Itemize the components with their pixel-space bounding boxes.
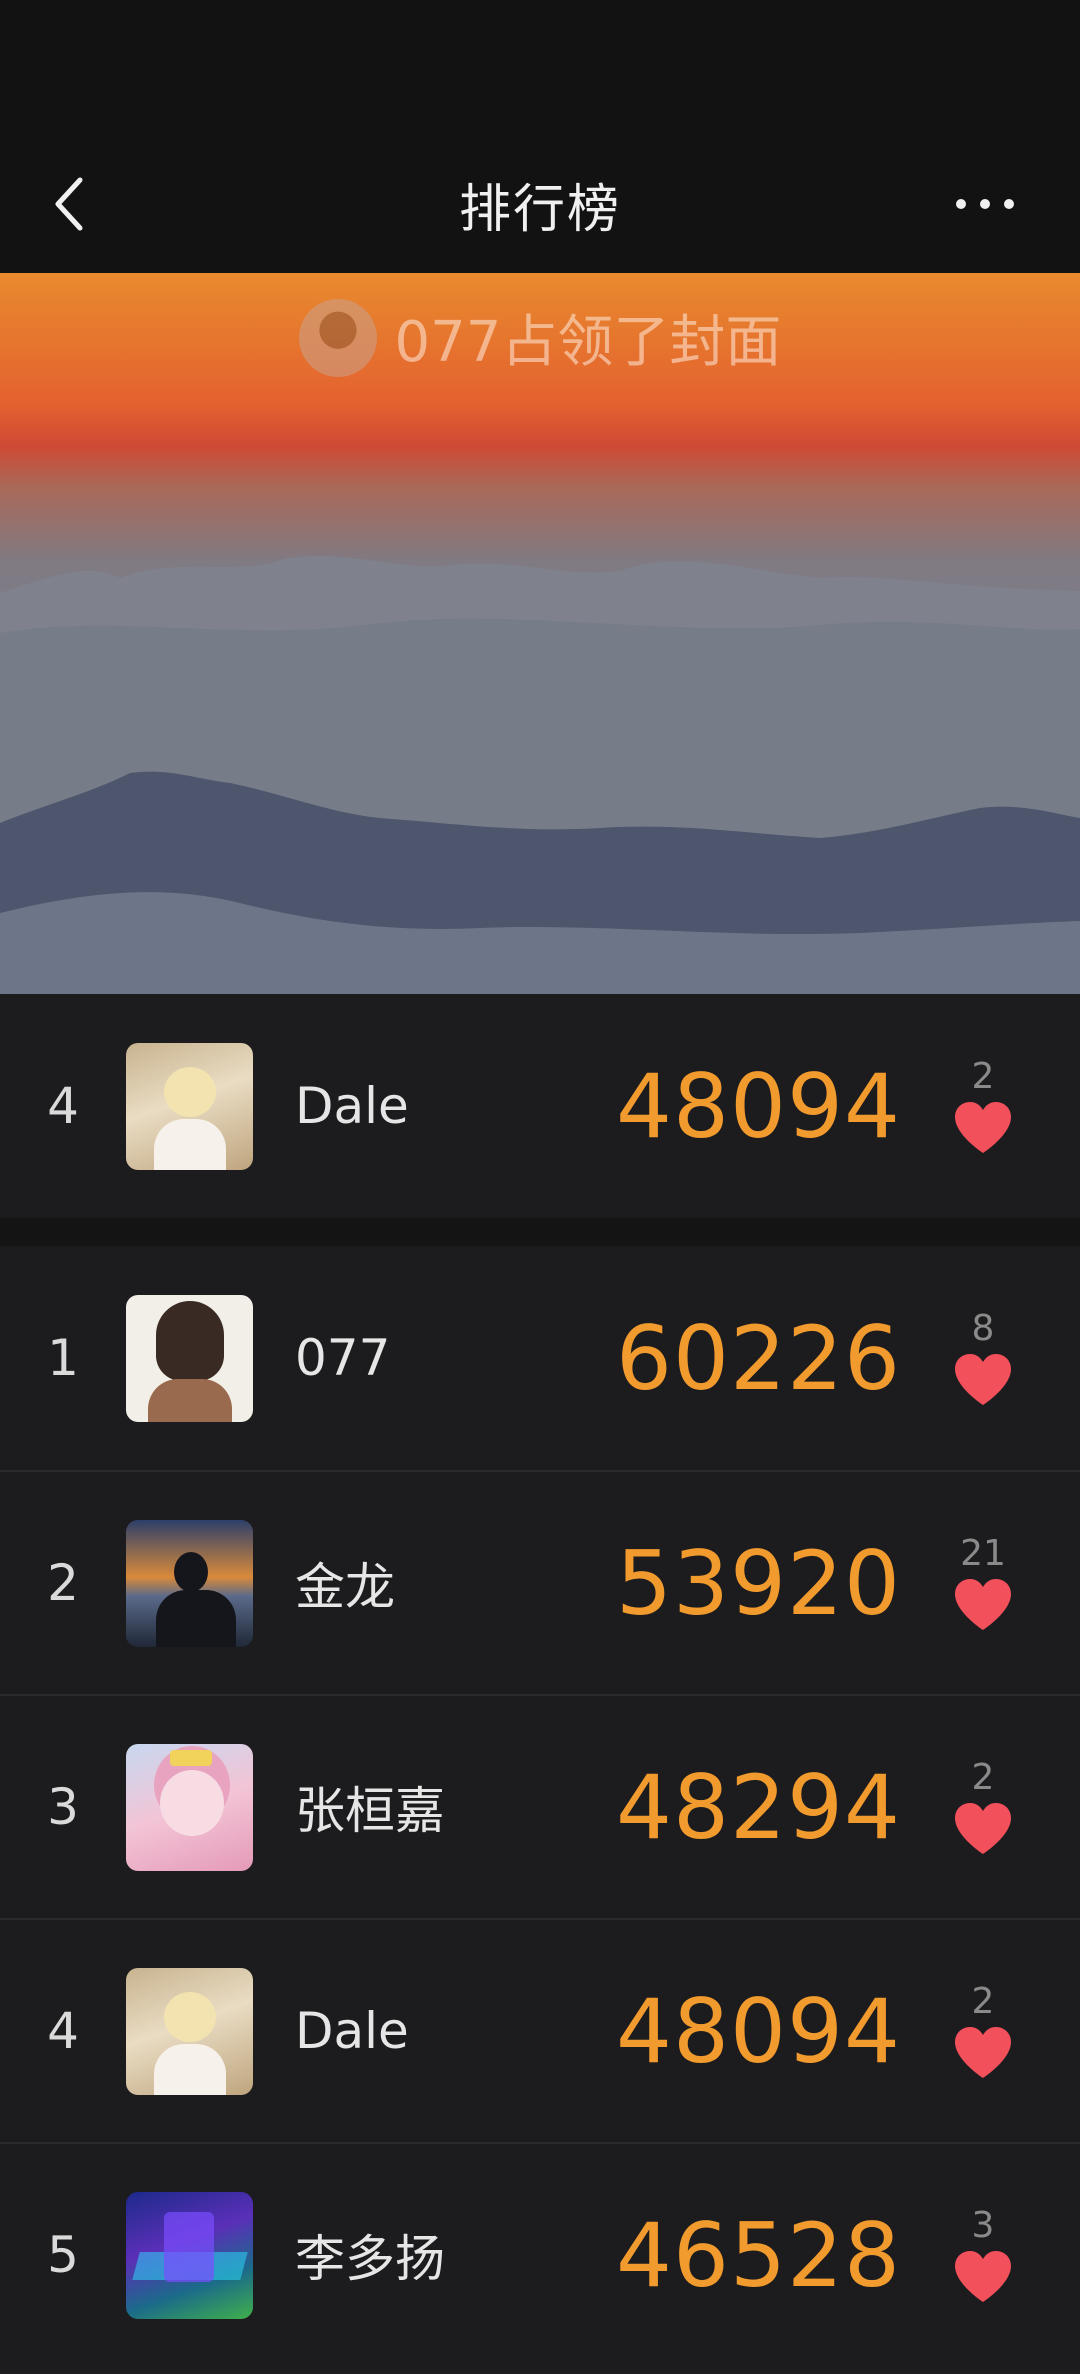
avatar[interactable] xyxy=(126,1967,253,2095)
leaderboard-row[interactable]: 1 077 60226 8 xyxy=(0,1246,1080,1470)
status-bar-area xyxy=(0,0,1080,135)
like-button[interactable]: 2 xyxy=(943,1758,1023,1856)
cover-landscape-image xyxy=(0,555,1080,994)
like-button[interactable]: 2 xyxy=(943,1057,1023,1155)
leaderboard-row[interactable]: 3 张桓嘉 48294 2 xyxy=(0,1694,1080,1918)
heart-icon xyxy=(955,2251,1011,2302)
cover-caption-text: 077占领了封面 xyxy=(394,310,782,375)
step-score: 46528 xyxy=(616,2203,901,2307)
chevron-left-icon xyxy=(55,177,83,231)
like-count: 3 xyxy=(971,2205,995,2246)
more-dot xyxy=(1004,199,1014,209)
like-button[interactable]: 2 xyxy=(943,1982,1023,2080)
avatar[interactable] xyxy=(126,1743,253,1871)
like-count: 2 xyxy=(971,1981,995,2022)
step-score: 48094 xyxy=(616,1054,901,1158)
like-count: 2 xyxy=(971,1056,995,1097)
page-title: 排行榜 xyxy=(458,179,621,240)
like-count: 8 xyxy=(971,1308,995,1349)
heart-icon xyxy=(955,2027,1011,2078)
player-name: 077 xyxy=(295,1329,391,1387)
cover-owner-avatar xyxy=(298,298,377,377)
like-button[interactable]: 3 xyxy=(943,2206,1023,2304)
rank-number: 3 xyxy=(47,1778,79,1836)
cover-caption: 077占领了封面 xyxy=(0,297,1080,378)
leaderboard-row[interactable]: 5 李多扬 46528 3 xyxy=(0,2142,1080,2366)
avatar[interactable] xyxy=(126,1294,253,1422)
like-count: 2 xyxy=(971,1757,995,1798)
cover-banner[interactable]: 077占领了封面 xyxy=(0,273,1080,994)
step-score: 48094 xyxy=(616,1979,901,2083)
rank-number: 5 xyxy=(47,2226,79,2284)
rank-number: 1 xyxy=(47,1329,79,1387)
heart-icon xyxy=(955,1102,1011,1153)
player-name: 金龙 xyxy=(295,1558,395,1616)
player-name: Dale xyxy=(295,2002,409,2060)
like-button[interactable]: 21 xyxy=(943,1534,1023,1632)
step-score: 60226 xyxy=(616,1306,901,1410)
step-score: 48294 xyxy=(616,1755,901,1859)
like-count: 21 xyxy=(960,1533,1006,1574)
section-divider xyxy=(0,1218,1080,1246)
step-score: 53920 xyxy=(616,1531,901,1635)
player-name: 张桓嘉 xyxy=(295,1782,445,1840)
more-dot xyxy=(956,199,966,209)
heart-icon xyxy=(955,1354,1011,1405)
leaderboard-row[interactable]: 2 金龙 53920 21 xyxy=(0,1470,1080,1694)
heart-icon xyxy=(955,1579,1011,1630)
rank-number: 4 xyxy=(47,2002,79,2060)
avatar[interactable] xyxy=(126,2191,253,2319)
avatar[interactable] xyxy=(126,1042,253,1170)
more-button[interactable] xyxy=(930,179,1040,229)
rank-number: 4 xyxy=(47,1077,79,1135)
more-dot xyxy=(980,199,990,209)
player-name: Dale xyxy=(295,1077,409,1135)
leaderboard-row[interactable]: 4 Dale 48094 2 xyxy=(0,1918,1080,2142)
avatar[interactable] xyxy=(126,1519,253,1647)
back-button[interactable] xyxy=(40,169,100,239)
rank-number: 2 xyxy=(47,1554,79,1612)
like-button[interactable]: 8 xyxy=(943,1309,1023,1407)
player-name: 李多扬 xyxy=(295,2230,445,2288)
my-rank-row[interactable]: 4 Dale 48094 2 xyxy=(0,994,1080,1218)
heart-icon xyxy=(955,1803,1011,1854)
top-nav-bar: 排行榜 xyxy=(0,135,1080,273)
